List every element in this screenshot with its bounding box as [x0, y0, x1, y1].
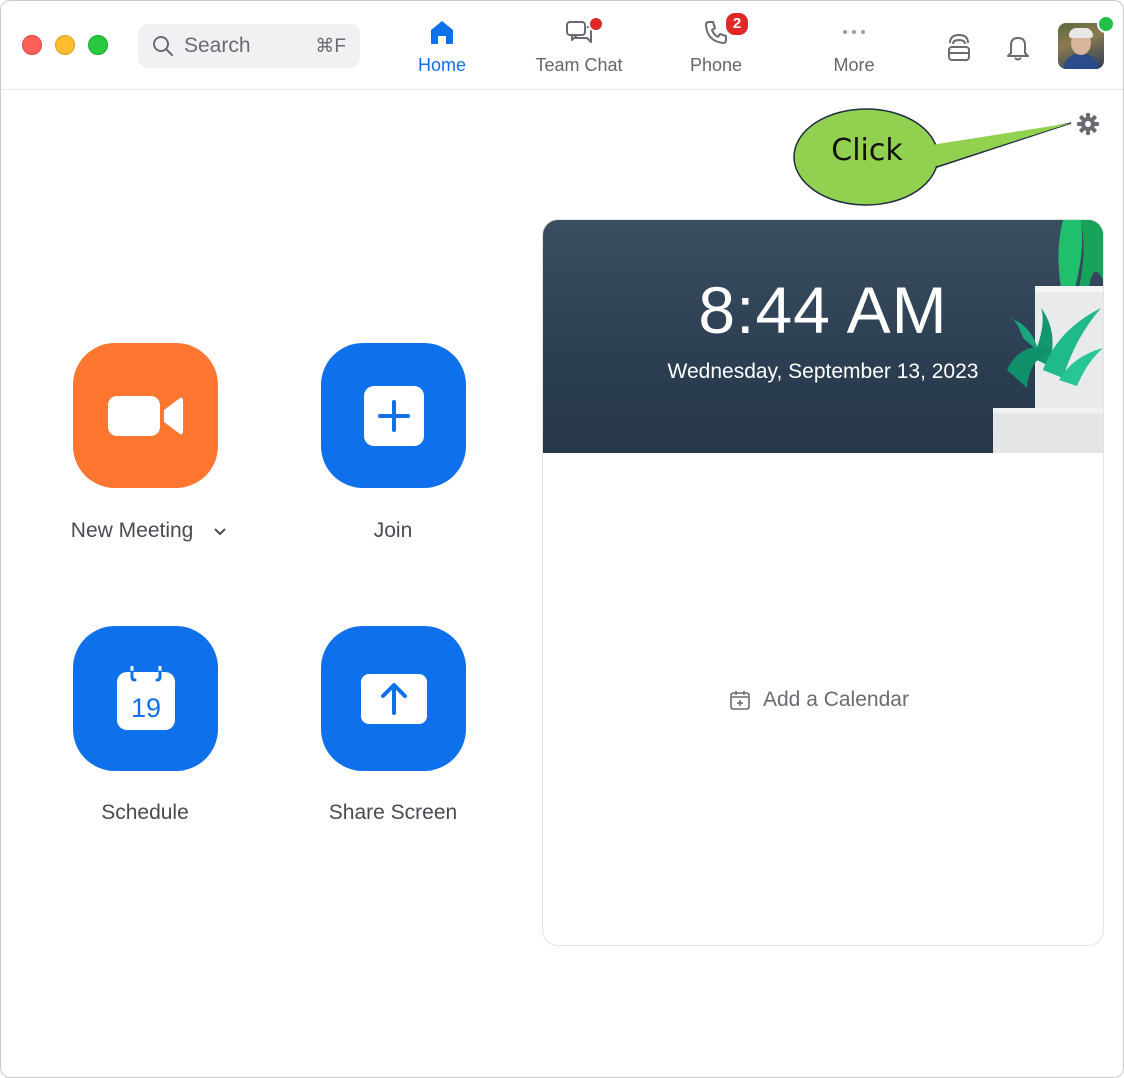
calendar-panel: 8:44 AM Wednesday, September 13, 2023 Ad… [542, 219, 1104, 946]
plus-icon [363, 385, 424, 446]
online-status-dot [1097, 15, 1115, 33]
home-icon [431, 21, 453, 44]
search-icon [153, 36, 173, 56]
zoom-window: Search ⌘F Home Team Chat 2 Phone More Cl… [0, 0, 1124, 1078]
search-shortcut: ⌘F [315, 35, 346, 57]
share-screen-button[interactable] [321, 626, 466, 771]
add-calendar-label: Add a Calendar [763, 688, 909, 711]
new-meeting-button[interactable] [73, 343, 218, 488]
calendar-icon: 19 [116, 665, 175, 730]
avatar[interactable] [1058, 23, 1104, 69]
join-button[interactable] [321, 343, 466, 488]
calendar-day-number: 19 [130, 693, 160, 723]
whiteboard-icon [948, 33, 970, 61]
new-meeting-label: New Meeting [70, 519, 194, 542]
phone-badge-count: 2 [724, 11, 750, 37]
schedule-label: Schedule [101, 801, 189, 824]
tab-team-chat-label: Team Chat [535, 55, 623, 75]
share-screen-icon [360, 673, 427, 724]
calendar-add-icon [730, 691, 750, 710]
tab-more-label: More [833, 55, 875, 75]
search-box[interactable]: Search ⌘F [138, 24, 360, 68]
chat-unread-dot [588, 16, 604, 32]
tab-home-label: Home [417, 55, 466, 75]
new-meeting-label-row[interactable]: New Meeting [39, 519, 259, 543]
zoom-window-button[interactable] [88, 35, 108, 55]
clock-time: 8:44 AM [698, 273, 948, 347]
chevron-down-icon[interactable] [213, 526, 227, 536]
minimize-window-button[interactable] [55, 35, 75, 55]
schedule-button[interactable]: 19 [73, 626, 218, 771]
video-camera-icon [107, 395, 183, 436]
more-icon [843, 30, 865, 34]
add-calendar-link[interactable]: Add a Calendar [729, 688, 909, 712]
top-bar: Search ⌘F Home Team Chat 2 Phone More [1, 1, 1123, 90]
clock-date: Wednesday, September 13, 2023 [667, 360, 979, 383]
close-window-button[interactable] [22, 35, 42, 55]
clock-banner: 8:44 AM Wednesday, September 13, 2023 [543, 220, 1103, 453]
whiteboard-button[interactable] [943, 29, 975, 65]
tab-home[interactable]: Home [382, 15, 502, 79]
bell-icon [1007, 37, 1029, 61]
tab-phone[interactable]: 2 Phone [656, 11, 776, 79]
notifications-button[interactable] [1002, 29, 1034, 65]
join-label: Join [373, 519, 413, 542]
share-screen-label: Share Screen [328, 801, 458, 824]
tab-team-chat[interactable]: Team Chat [519, 15, 639, 79]
tab-more[interactable]: More [794, 15, 914, 79]
callout-text: Click [831, 133, 903, 168]
settings-gear-icon[interactable] [1076, 112, 1100, 136]
tab-phone-label: Phone [689, 55, 743, 75]
search-label: Search [184, 34, 251, 57]
